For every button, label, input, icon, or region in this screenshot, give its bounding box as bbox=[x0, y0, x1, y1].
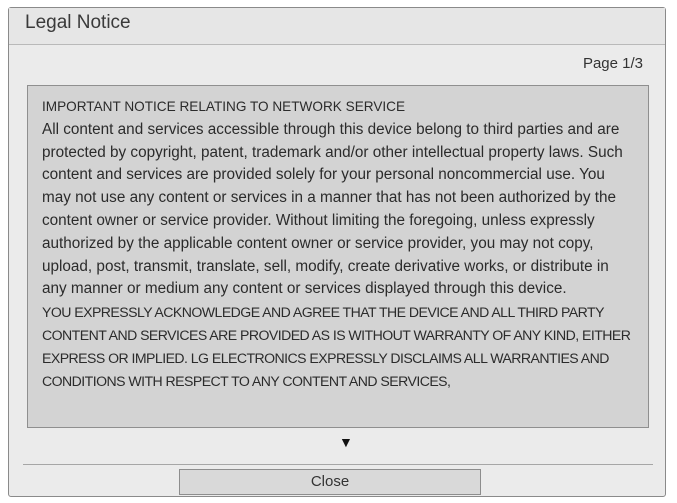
legal-notice-dialog: Legal Notice Page 1/3 IMPORTANT NOTICE R… bbox=[8, 7, 666, 497]
close-button[interactable]: Close bbox=[179, 469, 481, 495]
divider bbox=[23, 464, 653, 465]
notice-heading: IMPORTANT NOTICE RELATING TO NETWORK SER… bbox=[42, 99, 406, 114]
triangle-down-icon[interactable]: ▼ bbox=[339, 435, 353, 449]
notice-paragraph: All content and services accessible thro… bbox=[42, 120, 623, 298]
page-indicator: Page 1/3 bbox=[582, 55, 643, 72]
notice-text-panel[interactable]: IMPORTANT NOTICE RELATING TO NETWORK SER… bbox=[27, 85, 649, 428]
notice-disclaimer: YOU EXPRESSLY ACKNOWLEDGE AND AGREE THAT… bbox=[42, 304, 631, 389]
title-bar: Legal Notice bbox=[9, 8, 665, 45]
dialog-title: Legal Notice bbox=[25, 12, 131, 33]
